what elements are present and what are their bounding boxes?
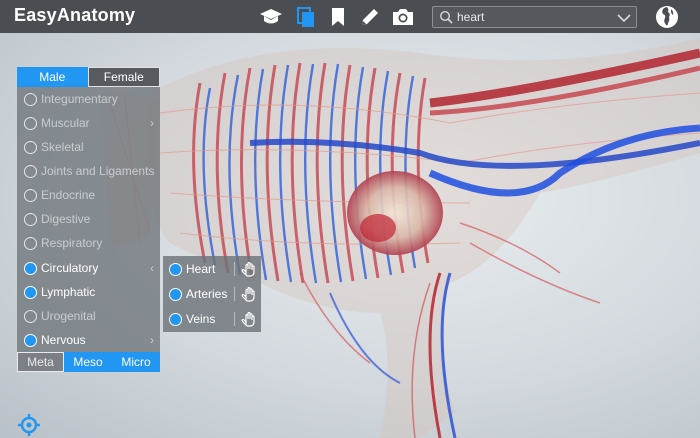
radio-button[interactable] [24,164,37,178]
submenu-item-heart[interactable]: Heart [163,257,261,281]
female-button[interactable]: Female [87,67,160,87]
meso-button[interactable]: Meso [64,352,112,372]
system-label: Circulatory [41,261,99,275]
system-item-muscular[interactable]: Muscular › [17,111,160,135]
chevron-left-icon[interactable]: ‹ [150,261,154,275]
system-label: Endocrine [41,188,96,202]
system-label: Respiratory [41,236,103,250]
radio-button[interactable] [24,92,37,106]
system-label: Urogenital [41,309,96,323]
radio-button-checked[interactable] [24,261,37,275]
system-item-digestive[interactable]: Digestive [17,207,160,231]
radio-button[interactable] [24,116,37,130]
system-item-circulatory[interactable]: Circulatory ‹ [17,256,160,280]
system-label: Lymphatic [41,285,96,299]
submenu-label: Arteries [186,287,228,301]
system-label: Skeletal [41,140,84,154]
system-item-lymphatic[interactable]: Lymphatic [17,280,160,304]
pencil-icon[interactable] [358,5,382,29]
camera-icon[interactable] [391,5,415,29]
globe-icon[interactable] [655,5,679,29]
radio-button[interactable] [24,309,37,323]
system-item-integumentary[interactable]: Integumentary [17,87,160,111]
body-systems-list: Integumentary Muscular › Skeletal Joints… [17,87,160,352]
radio-button[interactable] [24,140,37,154]
divider [234,262,235,276]
system-item-skeletal[interactable]: Skeletal [17,135,160,159]
detail-level-toggle: Meta Meso Micro [17,352,160,372]
search-box[interactable] [432,6,637,28]
search-input[interactable] [457,10,607,24]
radio-button-checked[interactable] [169,312,182,326]
radio-button-checked[interactable] [24,285,37,299]
radio-button[interactable] [24,188,37,202]
submenu-item-arteries[interactable]: Arteries [163,282,261,306]
submenu-item-veins[interactable]: Veins [163,307,261,331]
system-item-endocrine[interactable]: Endocrine [17,183,160,207]
radio-button-checked[interactable] [24,333,37,347]
app-title: EasyAnatomy [14,5,136,25]
search-icon [439,10,453,24]
system-item-urogenital[interactable]: Urogenital [17,304,160,328]
radio-button[interactable] [24,236,37,250]
crosshair-icon[interactable] [17,413,41,437]
meta-button[interactable]: Meta [17,352,64,372]
system-item-joints-and-ligaments[interactable]: Joints and Ligaments [17,159,160,183]
system-label: Joints and Ligaments [41,164,155,178]
sex-toggle: Male Female [17,67,160,87]
chevron-right-icon[interactable]: › [150,116,154,130]
divider [234,287,235,301]
hand-pointer-icon[interactable] [240,311,256,327]
submenu-label: Veins [186,312,216,326]
system-label: Integumentary [41,92,118,106]
radio-button-checked[interactable] [169,287,182,301]
system-item-nervous[interactable]: Nervous › [17,328,160,352]
system-item-respiratory[interactable]: Respiratory [17,231,160,255]
hand-pointer-icon[interactable] [240,261,256,277]
top-toolbar: EasyAnatomy [0,0,700,33]
chevron-down-icon[interactable] [616,10,632,26]
system-label: Digestive [41,212,91,226]
male-button[interactable]: Male [17,67,88,87]
copy-layers-icon[interactable] [294,5,318,29]
system-label: Muscular [41,116,90,130]
circulatory-submenu: Heart Arteries Veins [163,256,261,332]
radio-button-checked[interactable] [169,262,182,276]
radio-button[interactable] [24,212,37,226]
submenu-label: Heart [186,262,216,276]
chevron-right-icon[interactable]: › [150,333,154,347]
system-label: Nervous [41,333,86,347]
graduation-cap-icon[interactable] [259,5,283,29]
hand-pointer-icon[interactable] [240,286,256,302]
divider [234,312,235,326]
micro-button[interactable]: Micro [112,352,160,372]
bookmark-icon[interactable] [326,5,350,29]
